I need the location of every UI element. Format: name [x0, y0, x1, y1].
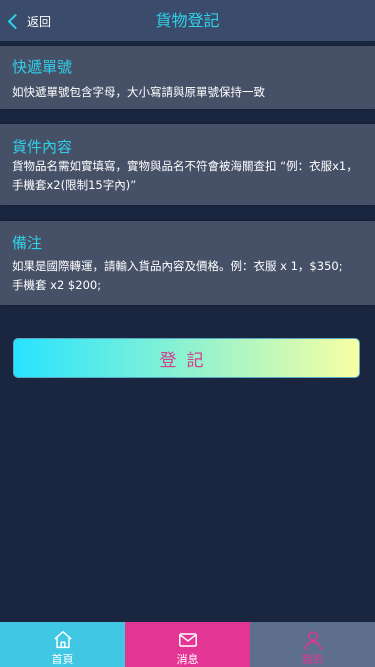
package-contents-hint-line: 手機套x2(限制15字內)”: [12, 178, 137, 192]
page-title: 貨物登記: [155, 11, 220, 30]
user-icon: [303, 631, 322, 650]
tab-messages[interactable]: 消息: [125, 622, 250, 667]
remarks-hint-line: 手機套 x2 $200;: [12, 278, 102, 292]
tab-home-label: 首頁: [51, 653, 74, 666]
home-icon: [53, 631, 72, 649]
tracking-number-label: 快遞單號: [12, 58, 73, 76]
tab-messages-label: 消息: [176, 653, 199, 666]
bottom-tab-bar: 首頁 消息 我的: [0, 622, 375, 667]
package-contents-hint-line: 貨物品名需如實填寫，實物與品名不符會被海關查扣 “例：衣服x1，: [12, 159, 358, 173]
register-button[interactable]: 登記: [13, 338, 360, 378]
tracking-number-hint: 如快遞單號包含字母，大小寫請與原單號保持一致: [12, 85, 265, 99]
package-contents-label: 貨件內容: [12, 138, 73, 156]
remarks-label: 備注: [12, 234, 43, 252]
package-contents-hint: 貨物品名需如實填寫，實物與品名不符會被海關查扣 “例：衣服x1， 手機套x2(限…: [12, 157, 365, 195]
tracking-number-field[interactable]: 快遞單號 如快遞單號包含字母，大小寫請與原單號保持一致: [0, 46, 375, 109]
register-button-label: 登記: [159, 350, 214, 371]
remarks-hint: 如果是國際轉運，請輸入貨品內容及價格。例：衣服 x 1，$350; 手機套 x2…: [12, 257, 365, 295]
remarks-field[interactable]: 備注 如果是國際轉運，請輸入貨品內容及價格。例：衣服 x 1，$350; 手機套…: [0, 221, 375, 305]
package-contents-field[interactable]: 貨件內容 貨物品名需如實填寫，實物與品名不符會被海關查扣 “例：衣服x1， 手機…: [0, 124, 375, 205]
remarks-hint-line: 如果是國際轉運，請輸入貨品內容及價格。例：衣服 x 1，$350;: [12, 259, 343, 273]
top-bar: 返回 貨物登記: [0, 0, 375, 41]
tab-me[interactable]: 我的: [250, 622, 375, 667]
tab-me-label: 我的: [301, 653, 324, 666]
tab-home[interactable]: 首頁: [0, 622, 125, 667]
mail-icon: [178, 633, 197, 647]
